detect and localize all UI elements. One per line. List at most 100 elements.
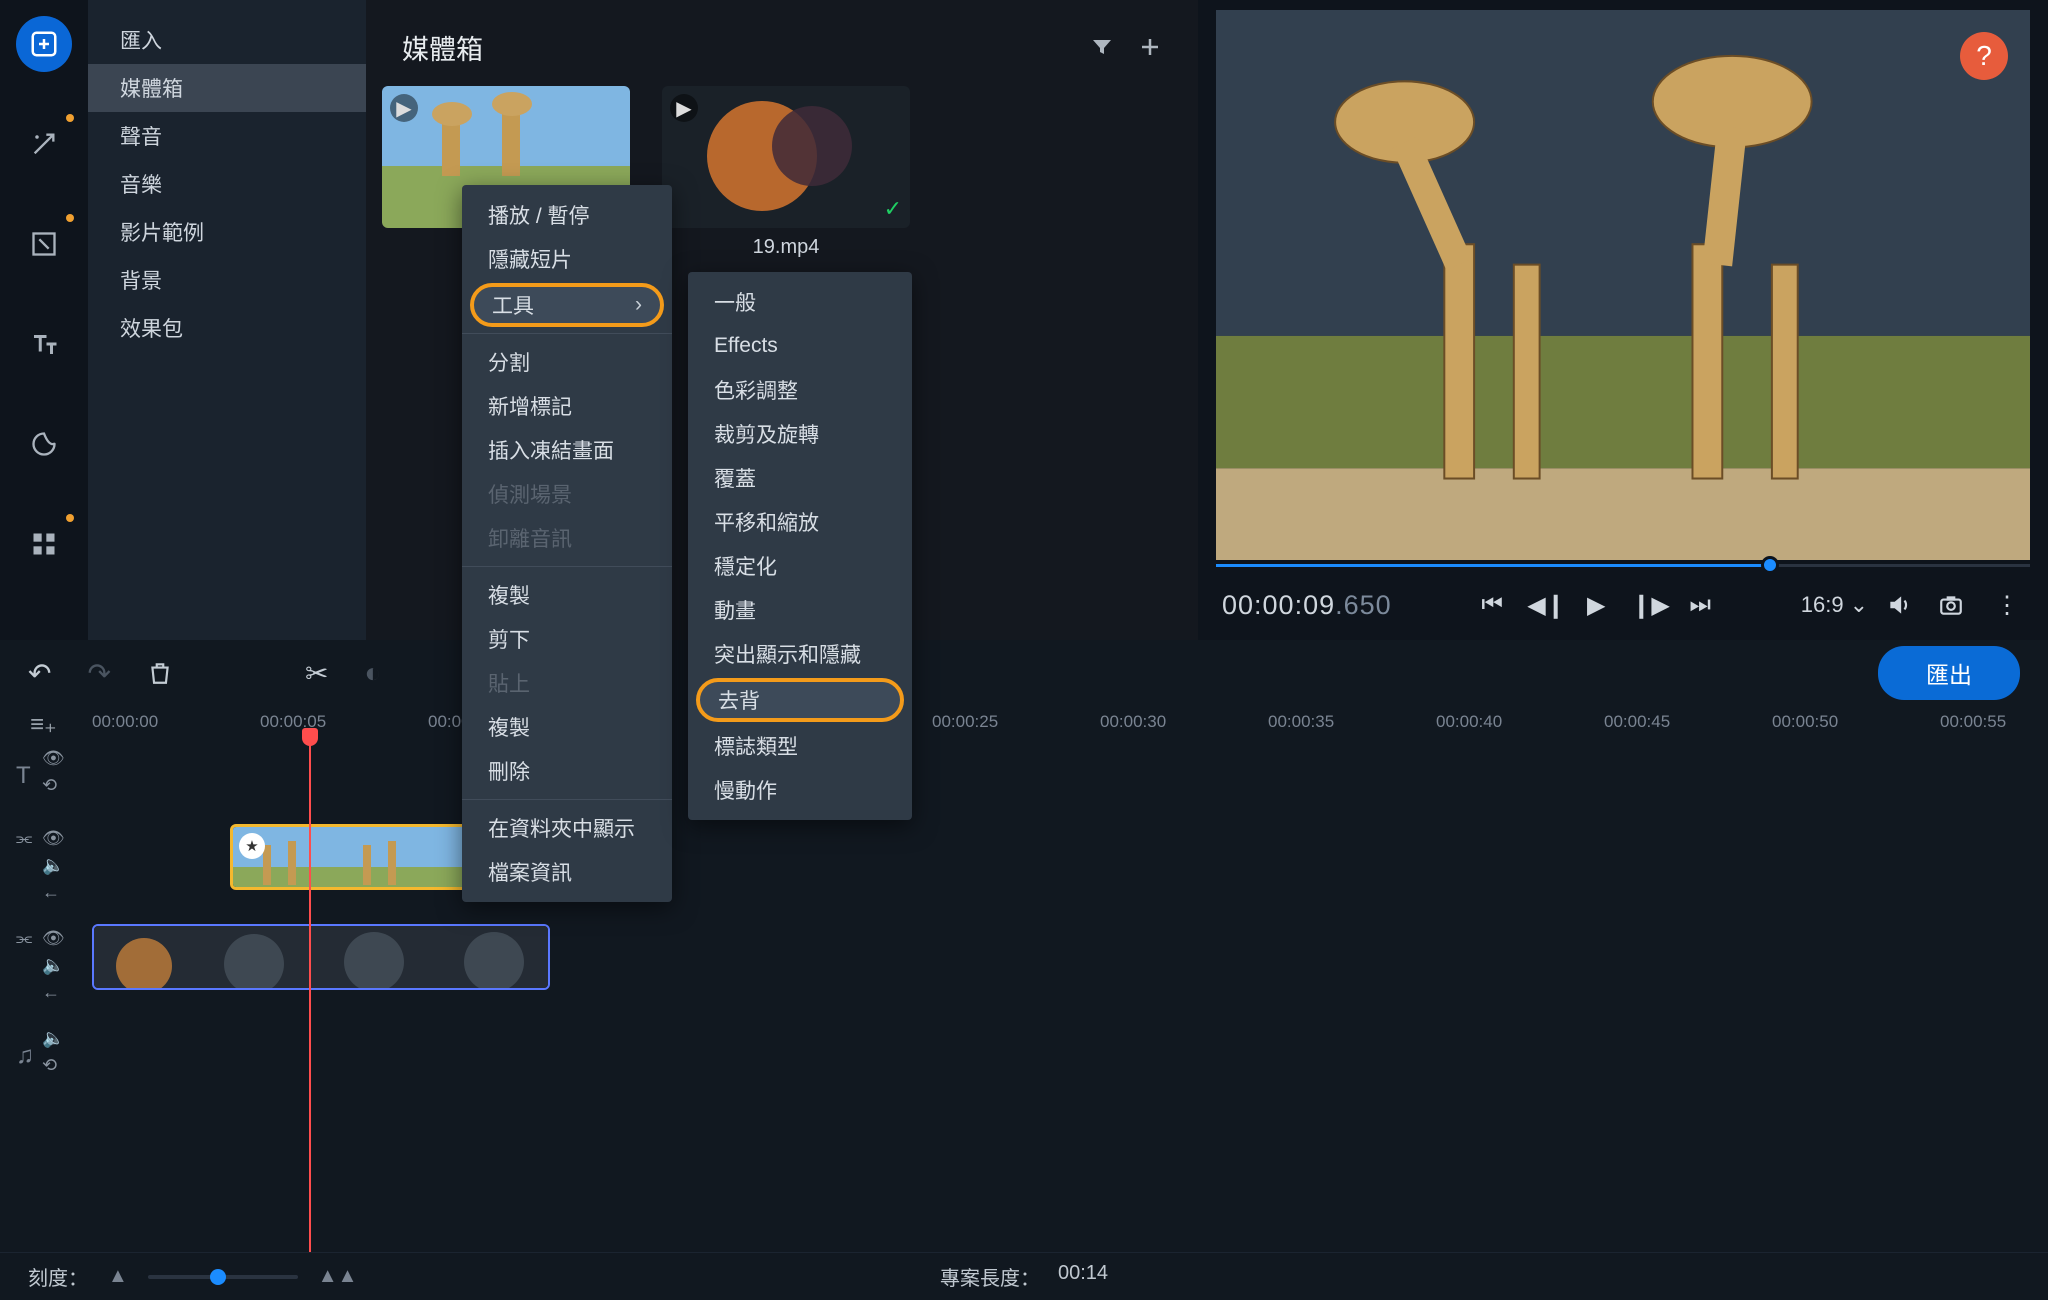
- sidebar-item-label: 聲音: [120, 121, 162, 151]
- sub-slow-motion[interactable]: 慢動作: [688, 768, 912, 812]
- ctx-cut[interactable]: 剪下: [462, 617, 672, 661]
- sub-pan-zoom[interactable]: 平移和縮放: [688, 500, 912, 544]
- sub-color[interactable]: 色彩調整: [688, 368, 912, 412]
- sub-effects[interactable]: Effects: [688, 324, 912, 368]
- track-lock-icon[interactable]: ←: [42, 982, 65, 1003]
- aspect-ratio-selector[interactable]: 16:9 ⌄: [1801, 592, 1868, 618]
- go-end-icon[interactable]: ⏭: [1683, 591, 1717, 619]
- preview-panel: ?: [1198, 0, 2048, 640]
- sub-highlight[interactable]: 突出顯示和隱藏: [688, 632, 912, 676]
- track-text-icon: T: [16, 762, 31, 790]
- ruler-tick: 00:00:00: [92, 712, 158, 732]
- timeline-tracks: T 👁 ⟲ ⫘ 👁 🔈 ← ★: [0, 740, 2048, 1252]
- track-lock-icon[interactable]: ←: [42, 882, 65, 903]
- preview-scrubber[interactable]: [1216, 560, 2030, 570]
- sidebar-item-import[interactable]: 匯入: [88, 16, 366, 64]
- ctx-hide-clip[interactable]: 隱藏短片: [462, 237, 672, 281]
- sub-logo-type[interactable]: 標誌類型: [688, 724, 912, 768]
- rail-import-icon[interactable]: [16, 16, 72, 72]
- timeline-toolbar: ↶ ↷ ✂ ◐ 匯出: [0, 640, 2048, 706]
- track-audio-icon: ♫: [16, 1042, 34, 1070]
- track-lock-icon[interactable]: ⟲: [42, 775, 65, 796]
- ctx-add-marker[interactable]: 新增標記: [462, 384, 672, 428]
- add-track-icon[interactable]: ≡₊: [30, 710, 57, 739]
- play-icon[interactable]: ▶: [1579, 591, 1613, 620]
- help-button[interactable]: ?: [1960, 32, 2008, 80]
- ctx-play-pause[interactable]: 播放 / 暫停: [462, 193, 672, 237]
- context-menu-main: 播放 / 暫停 隱藏短片 工具› 分割 新增標記 插入凍結畫面 偵測場景 卸離音…: [462, 185, 672, 902]
- sidebar-panel: 匯入 媒體箱 聲音 音樂 影片範例 背景 效果包: [88, 0, 366, 640]
- ctx-insert-freeze[interactable]: 插入凍結畫面: [462, 428, 672, 472]
- media-clip-2[interactable]: ▶ ✓ 19.mp4: [662, 86, 910, 259]
- snapshot-icon[interactable]: [1938, 592, 1972, 618]
- volume-icon[interactable]: [1886, 592, 1920, 618]
- sub-animation[interactable]: 動畫: [688, 588, 912, 632]
- ctx-detect-scene: 偵測場景: [462, 472, 672, 516]
- ruler-tick: 00:00:30: [1100, 712, 1166, 732]
- sidebar-item-effects-pack[interactable]: 效果包: [88, 304, 366, 352]
- sidebar-item-media-bin[interactable]: 媒體箱: [88, 64, 366, 112]
- delete-icon[interactable]: [147, 659, 173, 687]
- ruler-tick: 00:00:55: [1940, 712, 2006, 732]
- ruler-tick: 00:00:35: [1268, 712, 1334, 732]
- track-visibility-icon[interactable]: 👁: [42, 828, 65, 849]
- add-media-icon[interactable]: [1138, 35, 1162, 59]
- thumb-check-icon: ✓: [884, 196, 902, 222]
- filter-icon[interactable]: [1090, 35, 1114, 59]
- tool-2-icon[interactable]: ◐: [364, 657, 381, 689]
- ctx-duplicate[interactable]: 複製: [462, 573, 672, 617]
- thumb-play-icon[interactable]: ▶: [670, 94, 698, 122]
- redo-icon[interactable]: ↷: [87, 657, 110, 690]
- zoom-out-icon[interactable]: ▲: [108, 1265, 128, 1288]
- ctx-tools[interactable]: 工具›: [470, 283, 664, 327]
- track-lock-icon[interactable]: ⟲: [42, 1055, 64, 1076]
- zoom-slider[interactable]: [148, 1275, 298, 1279]
- undo-icon[interactable]: ↶: [28, 657, 51, 690]
- sidebar-item-samples[interactable]: 影片範例: [88, 208, 366, 256]
- ctx-file-info[interactable]: 檔案資訊: [462, 850, 672, 894]
- sub-remove-bg[interactable]: 去背: [696, 678, 904, 722]
- track-visibility-icon[interactable]: 👁: [42, 928, 65, 949]
- sub-general[interactable]: 一般: [688, 280, 912, 324]
- track-mute-icon[interactable]: 🔈: [42, 1028, 64, 1049]
- ctx-split[interactable]: 分割: [462, 340, 672, 384]
- rail-text-icon[interactable]: [16, 316, 72, 372]
- rail-more-icon[interactable]: [16, 516, 72, 572]
- track-mute-icon[interactable]: 🔈: [42, 855, 65, 876]
- sub-stabilize[interactable]: 穩定化: [688, 544, 912, 588]
- ctx-delete[interactable]: 刪除: [462, 749, 672, 793]
- sub-overlay[interactable]: 覆蓋: [688, 456, 912, 500]
- sidebar-item-sound[interactable]: 聲音: [88, 112, 366, 160]
- go-start-icon[interactable]: ⏮: [1475, 591, 1509, 619]
- project-length-value: 00:14: [1058, 1262, 1108, 1291]
- video-track-1: ⫘ 👁 🔈 ← ★: [92, 820, 2048, 896]
- track-link-icon[interactable]: ⫘: [16, 828, 32, 849]
- sidebar-item-label: 影片範例: [120, 217, 204, 247]
- preview-more-icon[interactable]: ⋮: [1990, 591, 2024, 620]
- track-mute-icon[interactable]: 🔈: [42, 955, 65, 976]
- step-back-icon[interactable]: ◀❙: [1527, 591, 1561, 620]
- zoom-in-icon[interactable]: ▲▲: [318, 1265, 358, 1288]
- clip-favorite-icon[interactable]: ★: [239, 833, 265, 859]
- thumb-play-icon[interactable]: ▶: [390, 94, 418, 122]
- track-visibility-icon[interactable]: 👁: [42, 748, 65, 769]
- ctx-copy[interactable]: 複製: [462, 705, 672, 749]
- cut-icon[interactable]: ✂: [305, 657, 328, 690]
- sidebar-item-background[interactable]: 背景: [88, 256, 366, 304]
- preview-stage[interactable]: [1216, 10, 2030, 560]
- playhead[interactable]: [309, 740, 311, 1252]
- rail-transition-icon[interactable]: [16, 216, 72, 272]
- track-link-icon[interactable]: ⫘: [16, 928, 32, 949]
- ctx-paste: 貼上: [462, 661, 672, 705]
- sidebar-item-music[interactable]: 音樂: [88, 160, 366, 208]
- chevron-right-icon: ›: [635, 293, 642, 317]
- sidebar-item-label: 匯入: [120, 25, 162, 55]
- rail-magic-icon[interactable]: [16, 116, 72, 172]
- ctx-reveal[interactable]: 在資料夾中顯示: [462, 806, 672, 850]
- timeline-clip-explosion[interactable]: [92, 924, 550, 990]
- sub-crop[interactable]: 裁剪及旋轉: [688, 412, 912, 456]
- export-button[interactable]: 匯出: [1878, 646, 2020, 700]
- sidebar-item-label: 音樂: [120, 169, 162, 199]
- step-forward-icon[interactable]: ❙▶: [1631, 591, 1665, 620]
- rail-sticker-icon[interactable]: [16, 416, 72, 472]
